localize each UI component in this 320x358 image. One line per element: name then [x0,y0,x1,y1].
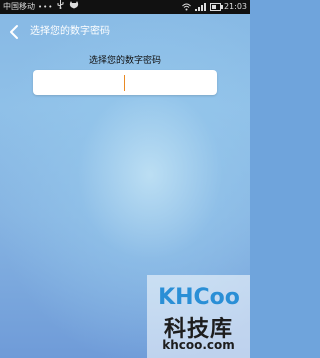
battery-icon [209,3,223,11]
status-bar: 中国移动 ••• 21:03 [0,0,250,14]
svg-text:KHCoo: KHCoo [158,285,240,309]
page-title: 选择您的数字密码 [30,26,110,37]
notification-dots: ••• [38,3,54,11]
back-button[interactable] [8,23,22,41]
header: 选择您的数字密码 [0,14,250,50]
pin-prompt: 选择您的数字密码 [88,56,161,66]
watermark-url-text: khcoo.com [162,338,235,352]
cat-icon [69,0,79,14]
watermark: KHCoo 科技库 khcoo.com [147,275,250,358]
usb-icon [57,0,64,14]
text-cursor [124,75,125,91]
pin-input[interactable] [33,70,217,95]
screen: 中国移动 ••• 21:03 选择您的数字密码 选择您的数字密码 KHCoo 科… [0,0,250,358]
khcoo-logo: KHCoo [158,285,240,309]
wifi-icon [182,3,191,11]
status-left: 中国移动 ••• [3,0,84,14]
signal-icon [194,3,207,11]
status-right: 21:03 [182,0,247,14]
clock: 21:03 [223,2,247,11]
carrier-name: 中国移动 [3,2,35,11]
chevron-left-icon [10,25,18,39]
